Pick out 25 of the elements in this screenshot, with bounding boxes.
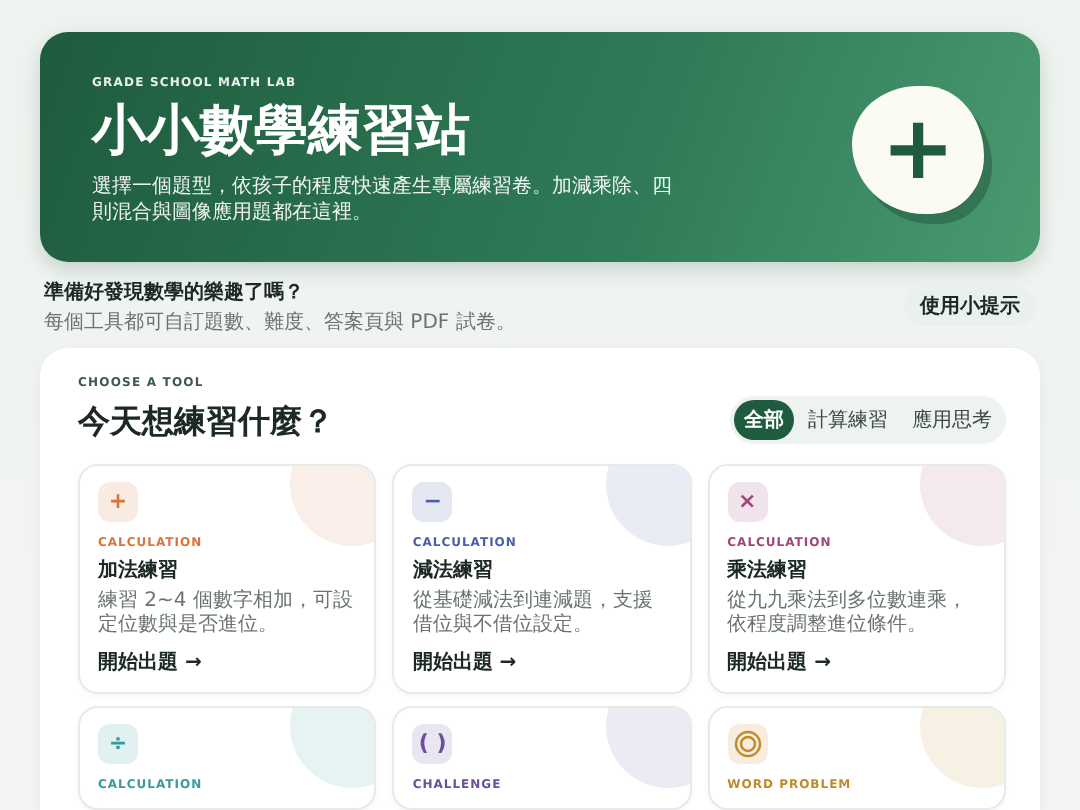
hero-title: 小小數學練習站 <box>92 102 472 162</box>
tips-button[interactable]: 使用小提示 <box>904 286 1036 327</box>
filter-tab[interactable]: 計算練習 <box>798 399 898 440</box>
hero-description: 選擇一個題型，依孩子的程度快速產生專屬練習卷。加減乘除、四則混合與圖像應用題都在這裡。 <box>92 173 674 226</box>
card-title: 加法練習 <box>98 557 180 584</box>
intro-note: 每個工具都可自訂題數、難度、答案頁與 PDF 試卷。 <box>44 309 516 336</box>
card-description: 從九九乘法到多位數連乘，依程度調整進位條件。 <box>727 589 970 638</box>
start-link[interactable]: 開始出題 → <box>412 647 672 676</box>
plus-badge: + <box>852 86 984 215</box>
panel-heading: 今天想練習什麼？ <box>78 401 334 444</box>
rings-icon <box>727 723 768 764</box>
operator-icon: × <box>727 481 768 522</box>
operator-icon: + <box>98 481 138 522</box>
start-link[interactable]: 開始出題 → <box>98 647 357 676</box>
filter-tab[interactable]: 應用思考 <box>902 399 1002 440</box>
intro-question: 準備好發現數學的樂趣了嗎？ <box>44 279 306 306</box>
operator-icon: − <box>412 481 453 522</box>
filter-tab[interactable]: 全部 <box>734 399 794 440</box>
card-title: 減法練習 <box>412 557 495 584</box>
operator-icon: ÷ <box>98 723 138 764</box>
card-description: 練習 2~4 個數字相加，可設定位數與是否進位。 <box>98 589 355 638</box>
card-description: 從基礎減法到連減題，支援借位與不借位設定。 <box>412 589 655 638</box>
card-title: 乘法練習 <box>727 557 810 584</box>
operator-icon: ( ) <box>412 723 453 764</box>
start-link[interactable]: 開始出題 → <box>727 647 986 676</box>
